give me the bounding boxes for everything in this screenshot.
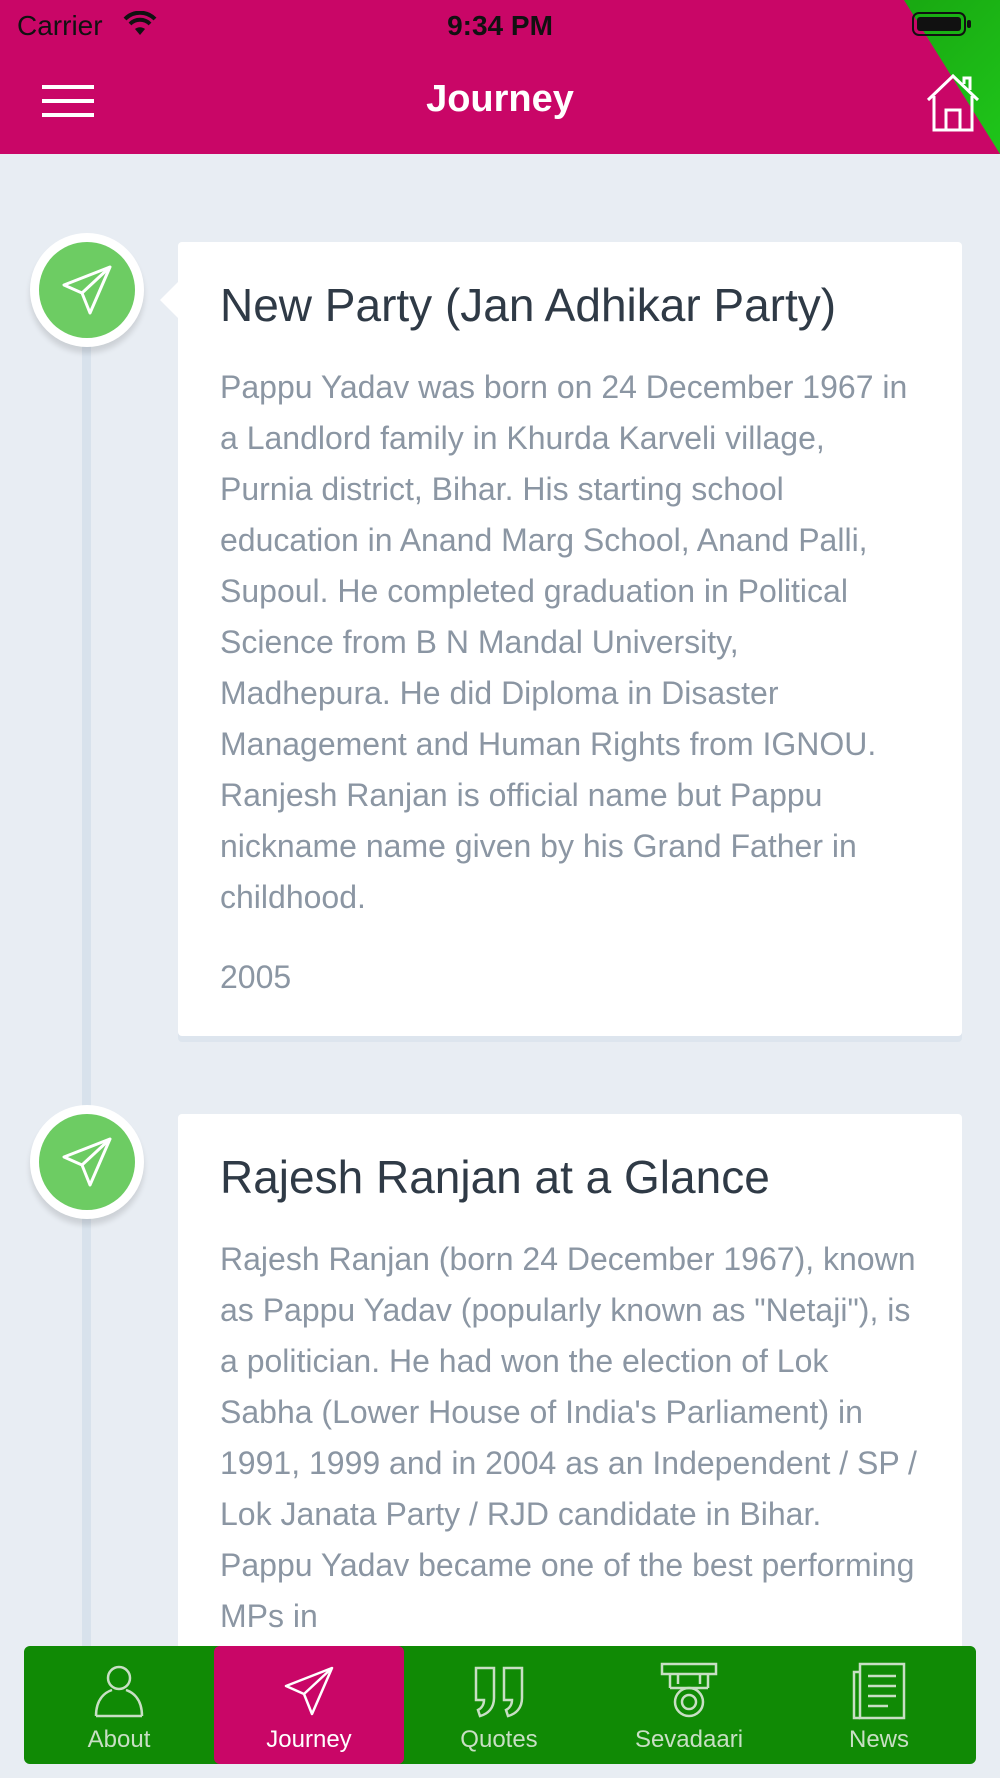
tab-journey[interactable]: Journey [214,1646,404,1764]
card-year: 2005 [220,958,292,995]
battery-icon [912,12,971,36]
badge-icon [660,1662,718,1718]
tab-sevadaari[interactable]: Sevadaari [594,1646,784,1764]
paper-plane-icon [62,265,112,315]
card-title: New Party (Jan Adhikar Party) [220,279,837,331]
status-time: 9:34 PM [447,10,553,41]
bottom-tab-bar: About Journey Quotes Sevadaari News [24,1646,976,1764]
top-bar: Carrier 9:34 PM Journey [0,0,1000,154]
tab-news[interactable]: News [784,1646,974,1764]
tab-label: Quotes [460,1726,538,1753]
status-bar: Carrier 9:34 PM [0,0,1000,50]
timeline-marker [30,233,144,347]
paper-plane-icon [284,1666,334,1716]
timeline-line [82,300,91,1660]
page-title: Journey [426,78,574,120]
tab-label: Sevadaari [634,1726,744,1753]
tab-quotes[interactable]: Quotes [404,1646,594,1764]
newspaper-icon [852,1662,906,1720]
timeline-card: New Party (Jan Adhikar Party) Pappu Yada… [160,242,962,1036]
card-text: Pappu Yadav was born on 24 December 1967… [220,368,908,915]
card-text: Rajesh Ranjan (born 24 December 1967), k… [220,1240,917,1634]
tab-about[interactable]: About [24,1646,214,1764]
quote-icon [474,1666,524,1718]
person-icon [94,1665,144,1718]
timeline-marker [30,1105,144,1219]
tab-label: About [87,1726,151,1753]
tab-label: Journey [266,1726,352,1753]
timeline-card: Rajesh Ranjan at a Glance Rajesh Ranjan … [178,1114,962,1674]
card-title: Rajesh Ranjan at a Glance [220,1151,770,1203]
tab-label: News [848,1726,909,1753]
paper-plane-icon [62,1137,112,1187]
